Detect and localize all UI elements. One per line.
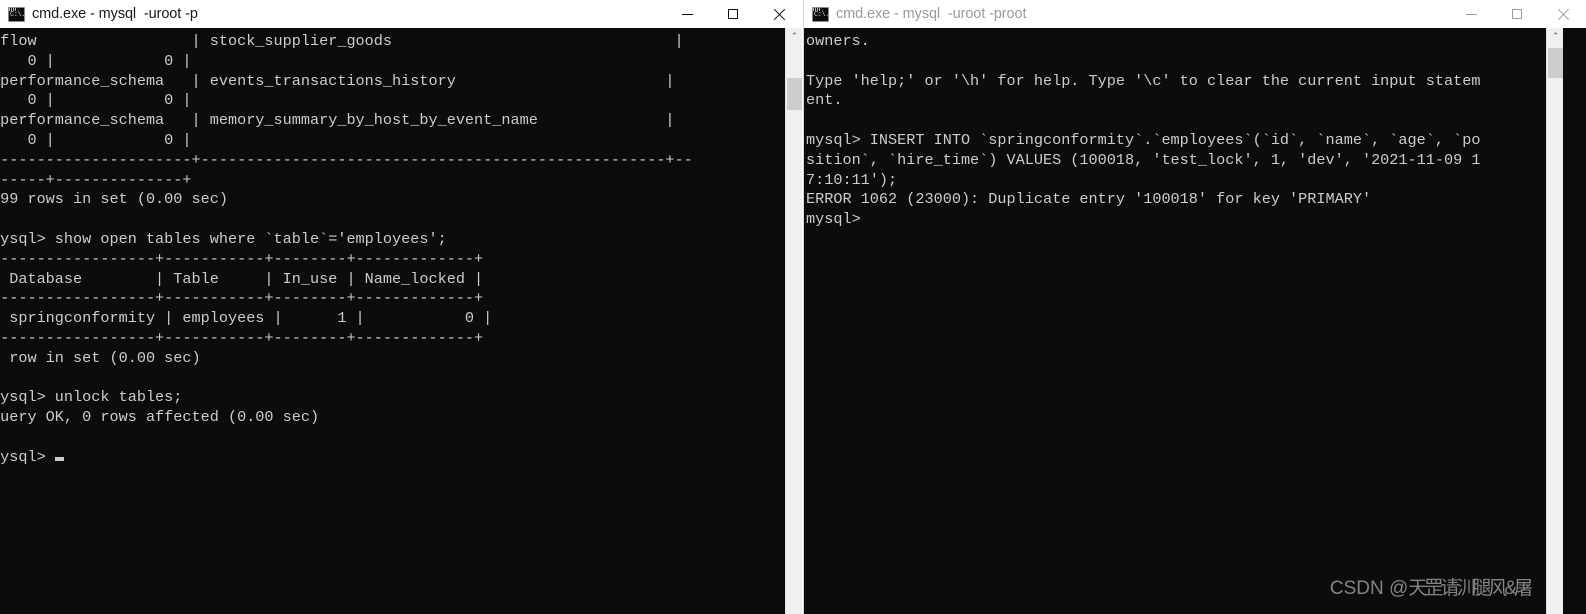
console-line: 7:10:11'); bbox=[806, 170, 898, 189]
minimize-button[interactable] bbox=[664, 0, 710, 28]
console-line: sition`, `hire_time`) VALUES (100018, 't… bbox=[806, 150, 1481, 169]
console-line: mysql> show open tables where `table`='e… bbox=[0, 229, 447, 248]
maximize-icon bbox=[728, 9, 738, 19]
right-window-controls[interactable] bbox=[1448, 0, 1586, 28]
left-console-text: flow | stock_supplier_goods | 0 | 0 | pe… bbox=[0, 32, 693, 468]
watermark-prefix: CSDN @ bbox=[1329, 578, 1409, 599]
close-button[interactable] bbox=[756, 0, 802, 28]
console-line: +-----------------+-----------+--------+… bbox=[0, 289, 484, 308]
console-line: ent. bbox=[806, 91, 843, 110]
right-console-text: owners. Type 'help;' or '\h' for help. T… bbox=[806, 32, 1480, 230]
close-button[interactable] bbox=[1540, 0, 1586, 28]
console-line: 0 | 0 | bbox=[0, 91, 192, 110]
maximize-button[interactable] bbox=[710, 0, 756, 28]
console-line: +-----------------+-----------+--------+… bbox=[0, 249, 484, 268]
right-console-scrollbar[interactable]: ⌃ bbox=[1546, 28, 1563, 614]
console-line: mysql> INSERT INTO `springconformity`.`e… bbox=[806, 130, 1481, 149]
left-window-titlebar[interactable]: cmd.exe - mysql -uroot -p bbox=[0, 0, 802, 28]
console-line: | springconformity | employees | 1 | 0 | bbox=[0, 309, 493, 328]
console-line: flow | stock_supplier_goods | bbox=[0, 32, 684, 50]
scroll-up-arrow-icon[interactable]: ⌃ bbox=[1547, 28, 1564, 45]
console-line: ------+--------------+ bbox=[0, 170, 192, 189]
cmd-console-icon bbox=[8, 6, 25, 22]
maximize-icon bbox=[1512, 9, 1522, 19]
minimize-icon bbox=[681, 13, 693, 15]
console-line: +---------------------+-----------------… bbox=[0, 150, 693, 169]
right-console-window[interactable]: cmd.exe - mysql -uroot -proot owners. Ty… bbox=[803, 0, 1586, 614]
left-console-output[interactable]: flow | stock_supplier_goods | 0 | 0 | pe… bbox=[0, 28, 785, 614]
text-cursor bbox=[54, 456, 64, 461]
right-console-output[interactable]: owners. Type 'help;' or '\h' for help. T… bbox=[804, 28, 1546, 614]
console-line: 1 row in set (0.00 sec) bbox=[0, 348, 201, 367]
console-line: 199 rows in set (0.00 sec) bbox=[0, 190, 228, 209]
left-window-title: cmd.exe - mysql -uroot -p bbox=[32, 6, 198, 22]
console-line: Type 'help;' or '\h' for help. Type '\c'… bbox=[806, 71, 1481, 90]
console-line: | Database | Table | In_use | Name_locke… bbox=[0, 269, 484, 288]
console-line: mysql> unlock tables; bbox=[0, 388, 183, 407]
console-line: mysql> bbox=[806, 210, 861, 229]
console-line: 0 | 0 | bbox=[0, 51, 192, 70]
console-line: ERROR 1062 (23000): Duplicate entry '100… bbox=[806, 190, 1372, 209]
right-window-title: cmd.exe - mysql -uroot -proot bbox=[836, 6, 1027, 22]
scroll-up-arrow-icon[interactable]: ⌃ bbox=[786, 28, 802, 45]
close-icon bbox=[1557, 8, 1570, 21]
console-line: 0 | 0 | bbox=[0, 130, 192, 149]
console-line: owners. bbox=[806, 32, 870, 50]
console-line: mysql> bbox=[0, 448, 693, 468]
right-window-titlebar[interactable]: cmd.exe - mysql -uroot -proot bbox=[804, 0, 1586, 28]
minimize-button[interactable] bbox=[1448, 0, 1494, 28]
left-console-scrollbar[interactable]: ⌃ bbox=[785, 28, 802, 614]
watermark-handle: 天罡请汌腿风&屠 bbox=[1408, 578, 1533, 599]
console-line: performance_schema | events_transactions… bbox=[0, 71, 675, 90]
csdn-watermark: CSDN @天罡请汌腿风&屠 bbox=[1329, 573, 1533, 600]
console-line: +-----------------+-----------+--------+… bbox=[0, 328, 484, 347]
left-window-controls[interactable] bbox=[664, 0, 802, 28]
minimize-icon bbox=[1465, 13, 1477, 15]
scroll-thumb[interactable] bbox=[787, 78, 802, 110]
close-icon bbox=[773, 8, 786, 21]
console-line: Query OK, 0 rows affected (0.00 sec) bbox=[0, 408, 320, 427]
cmd-console-icon bbox=[812, 6, 829, 22]
maximize-button[interactable] bbox=[1494, 0, 1540, 28]
console-line: performance_schema | memory_summary_by_h… bbox=[0, 111, 675, 130]
left-console-window[interactable]: cmd.exe - mysql -uroot -p flow | stock_s… bbox=[0, 0, 802, 614]
scroll-thumb[interactable] bbox=[1548, 48, 1563, 78]
